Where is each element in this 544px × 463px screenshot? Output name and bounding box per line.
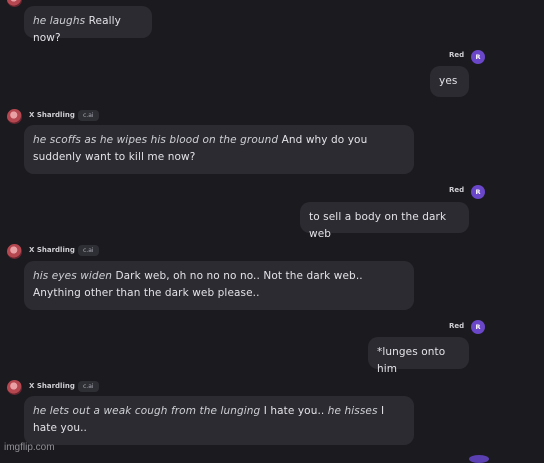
bot-message-7: he lets out a weak cough from the lungin… <box>24 396 414 445</box>
user-message-6: *lunges onto him <box>368 337 469 375</box>
bot-name: X Shardling <box>29 382 75 390</box>
scroll-indicator[interactable] <box>469 455 489 463</box>
bot-tag-badge: c.ai <box>78 245 99 256</box>
watermark: imgflip.com <box>4 442 55 453</box>
action-text: he lets out a weak cough from the lungin… <box>33 405 261 417</box>
action-text: he hisses <box>327 405 378 417</box>
action-text: his eyes widen <box>33 270 113 282</box>
message-text: I hate you.. <box>260 405 328 417</box>
action-text: he scoffs as he wipes his blood on the g… <box>33 134 279 146</box>
bot-tag-badge: c.ai <box>78 381 99 392</box>
user-avatar: R <box>471 320 485 334</box>
user-name: Red <box>449 322 465 330</box>
bot-avatar <box>7 0 22 7</box>
user-avatar: R <box>471 185 485 199</box>
bot-message-3: he scoffs as he wipes his blood on the g… <box>24 125 414 174</box>
bot-avatar <box>7 380 22 395</box>
bot-avatar <box>7 244 22 259</box>
user-avatar: R <box>471 50 485 64</box>
user-name: Red <box>449 186 465 194</box>
bot-message-5: his eyes widen Dark web, oh no no no no.… <box>24 261 414 310</box>
bot-tag-badge: c.ai <box>78 110 99 121</box>
action-text: he laughs <box>33 15 86 27</box>
user-message-4: to sell a body on the dark web <box>300 202 469 240</box>
bot-message-1: he laughs Really now? <box>24 6 152 44</box>
user-message-2: yes <box>430 66 469 97</box>
user-name: Red <box>449 51 465 59</box>
bot-name: X Shardling <box>29 111 75 119</box>
bot-avatar <box>7 109 22 124</box>
bot-name: X Shardling <box>29 246 75 254</box>
